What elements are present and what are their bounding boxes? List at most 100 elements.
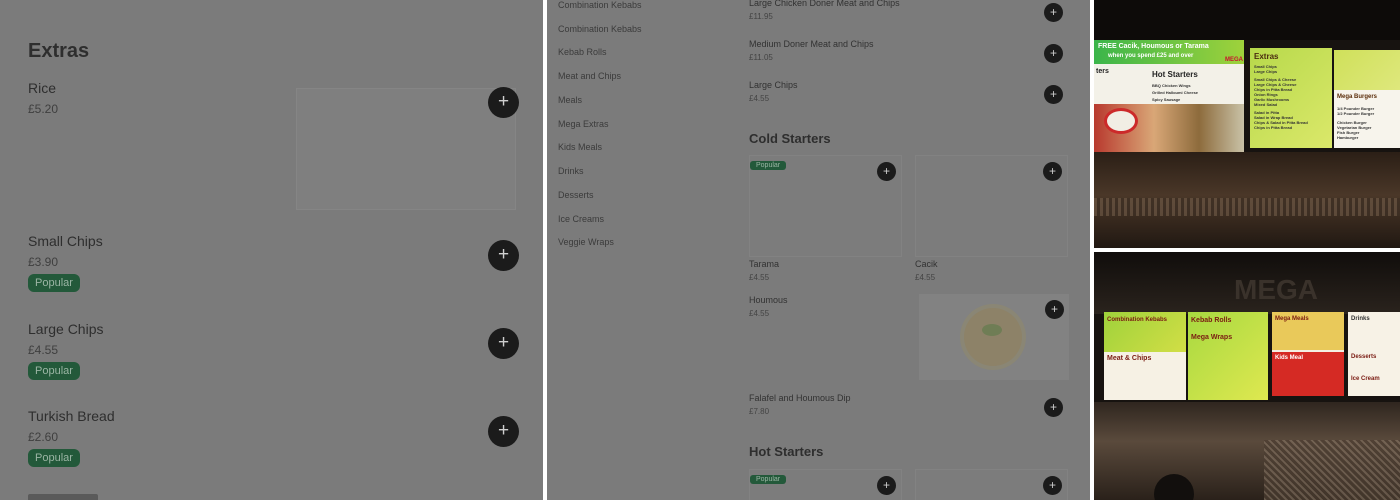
item-price: £11.05: [749, 53, 773, 62]
add-turkish-bread-button[interactable]: +: [488, 416, 519, 447]
add-large-chips-button[interactable]: +: [488, 328, 519, 359]
item-price: £2.60: [28, 430, 59, 444]
burger-line: 1/2 Pounder Burger: [1337, 111, 1375, 116]
item-name: Rice: [28, 80, 57, 96]
menu-board-photo-top: FREE Cacik, Houmous or Tarama when you s…: [1094, 0, 1400, 248]
item-price: £4.55: [915, 273, 936, 282]
popular-badge: Popular: [28, 362, 80, 380]
menu-board-left: FREE Cacik, Houmous or Tarama when you s…: [1094, 40, 1244, 152]
item-price: £11.95: [749, 12, 773, 21]
starters-heading: ters: [1096, 68, 1109, 75]
item-name: Large Chicken Doner Meat and Chips: [749, 0, 900, 8]
add-item-button[interactable]: +: [1043, 476, 1062, 495]
banner-text: FREE Cacik, Houmous or Tarama: [1098, 43, 1209, 50]
menu-panel: Combination Kebabs Combination Kebabs Ke…: [547, 0, 1090, 500]
menu-item-large-chips[interactable]: Large Chips £4.55: [749, 80, 798, 103]
item-name: Cacik: [915, 259, 938, 269]
menu-item-falafel[interactable]: Falafel and Houmous Dip £7.80: [749, 393, 851, 416]
item-price: £5.20: [28, 102, 59, 116]
item-price: £7.80: [749, 407, 770, 416]
menu-board-photo-bottom: MEGA Combination Kebabs Meat & Chips Keb…: [1094, 252, 1400, 500]
category-link[interactable]: Combination Kebabs: [558, 0, 642, 10]
item-price: £4.55: [749, 94, 770, 103]
card-hot-starter[interactable]: +: [915, 469, 1068, 500]
menu-item-small-chips[interactable]: Small Chips £3.90 Popular: [28, 233, 103, 292]
mega-meals-heading: Mega Meals: [1275, 316, 1309, 322]
menu-item-large-chicken-doner[interactable]: Large Chicken Doner Meat and Chips £11.9…: [749, 0, 900, 21]
add-small-chips-button[interactable]: +: [488, 240, 519, 271]
category-link[interactable]: Desserts: [558, 190, 594, 200]
item-price: £4.55: [749, 273, 770, 282]
photo-panel: FREE Cacik, Houmous or Tarama when you s…: [1094, 0, 1400, 500]
category-link[interactable]: Veggie Wraps: [558, 237, 614, 247]
item-name: Tarama: [749, 259, 780, 269]
wall-sign: MEGA: [1234, 274, 1318, 305]
menu-board-combination: Combination Kebabs Meat & Chips: [1104, 312, 1186, 400]
category-link[interactable]: Kids Meals: [558, 142, 602, 152]
hot-line: Spicy Sausage: [1152, 97, 1181, 102]
menu-item-medium-doner[interactable]: Medium Doner Meat and Chips £11.05: [749, 39, 874, 62]
item-name: Small Chips: [28, 233, 103, 249]
houmous-photo: +: [919, 294, 1069, 380]
category-link[interactable]: Kebab Rolls: [558, 47, 607, 57]
add-tarama-button[interactable]: +: [877, 162, 896, 181]
menu-board-drinks: Drinks Desserts Ice Cream: [1348, 312, 1400, 396]
extras-line: Large Chips: [1254, 69, 1278, 74]
popular-badge: Popular: [28, 449, 80, 467]
menu-board-burgers: Mega Burgers 1/4 Pounder Burger 1/2 Poun…: [1334, 50, 1400, 148]
add-item-button[interactable]: +: [877, 476, 896, 495]
card-label-cacik: Cacik £4.55: [915, 259, 938, 282]
drinks-heading: Drinks: [1351, 316, 1370, 322]
add-item-button[interactable]: +: [1044, 44, 1063, 63]
hot-line: BBQ Chicken Wings: [1152, 83, 1191, 88]
card-cacik[interactable]: +: [915, 155, 1068, 257]
add-falafel-button[interactable]: +: [1044, 398, 1063, 417]
extras-panel: Extras Rice £5.20 + Small Chips £3.90 Po…: [0, 0, 543, 500]
menu-item-houmous[interactable]: Houmous £4.55: [749, 295, 788, 318]
meat-chips-heading: Meat & Chips: [1107, 355, 1152, 362]
menu-item-large-chips[interactable]: Large Chips £4.55 Popular: [28, 321, 104, 380]
category-link[interactable]: Ice Creams: [558, 214, 604, 224]
kebab-rolls-heading: Kebab Rolls: [1191, 317, 1232, 324]
category-link[interactable]: Meals: [558, 95, 582, 105]
item-image-placeholder: [296, 88, 516, 210]
add-item-button[interactable]: +: [1044, 3, 1063, 22]
extras-heading: Extras: [1254, 52, 1279, 61]
add-rice-button[interactable]: +: [488, 87, 519, 118]
mega-wraps-heading: Mega Wraps: [1191, 334, 1233, 341]
menu-item-turkish-bread[interactable]: Turkish Bread £2.60 Popular: [28, 408, 115, 467]
menu-item-rice[interactable]: Rice £5.20: [28, 80, 58, 116]
add-item-button[interactable]: +: [1044, 85, 1063, 104]
item-price: £4.55: [28, 343, 59, 357]
kids-meal-heading: Kids Meal: [1275, 355, 1304, 361]
desserts-heading: Desserts: [1351, 354, 1377, 360]
popular-badge: Popular: [28, 274, 80, 292]
ice-cream-heading: Ice Cream: [1351, 376, 1380, 382]
section-title-extras: Extras: [28, 40, 90, 62]
category-link[interactable]: Mega Extras: [558, 119, 609, 129]
item-name: Medium Doner Meat and Chips: [749, 39, 874, 49]
hot-starters-heading: Hot Starters: [1152, 70, 1198, 79]
item-price: £3.90: [28, 255, 59, 269]
category-link[interactable]: Combination Kebabs: [558, 24, 642, 34]
bowl-image: [964, 308, 1022, 366]
card-label-tarama: Tarama £4.55: [749, 259, 779, 282]
menu-board-extras: Extras Small Chips Large Chips Small Chi…: [1250, 48, 1332, 148]
category-link[interactable]: Drinks: [558, 166, 584, 176]
card-hot-starter[interactable]: Popular +: [749, 469, 902, 500]
mega-burgers-heading: Mega Burgers: [1337, 94, 1378, 100]
extras-line: Chips in Pitta Bread: [1254, 125, 1293, 130]
category-link[interactable]: Meat and Chips: [558, 71, 621, 81]
soup-bowl-image: [1104, 108, 1138, 134]
popular-badge: Popular: [750, 161, 787, 170]
card-tarama[interactable]: Popular +: [749, 155, 902, 257]
add-cacik-button[interactable]: +: [1043, 162, 1062, 181]
item-name: Falafel and Houmous Dip: [749, 393, 851, 403]
item-name: Turkish Bread: [28, 408, 115, 424]
item-name: Large Chips: [28, 321, 104, 337]
menu-board-kebab-rolls: Kebab Rolls Mega Wraps: [1188, 312, 1268, 400]
add-houmous-button[interactable]: +: [1045, 300, 1064, 319]
item-price: £4.55: [749, 309, 770, 318]
hot-line: Grilled Halloumi Cheese: [1152, 90, 1199, 95]
section-title-cold-starters: Cold Starters: [749, 131, 831, 146]
